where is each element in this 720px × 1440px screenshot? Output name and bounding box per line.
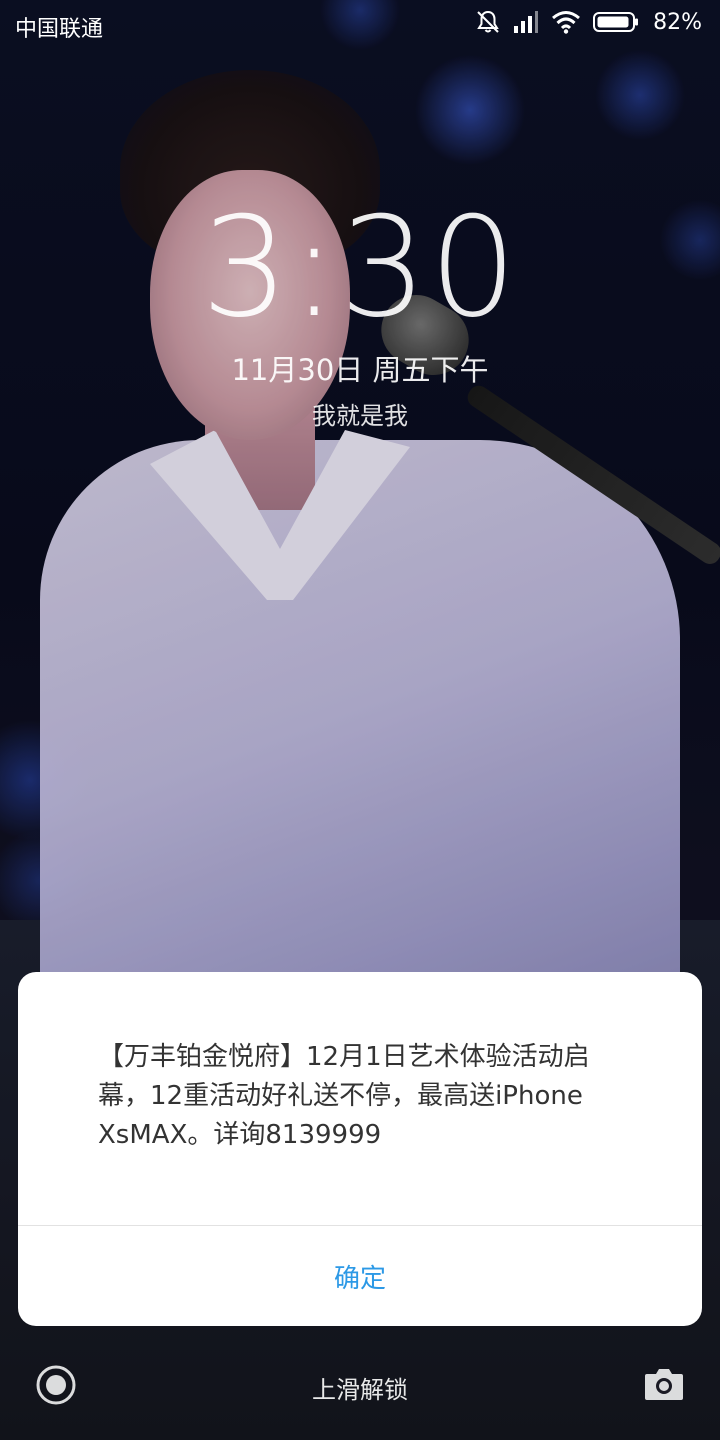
battery-percent: 82% bbox=[653, 9, 702, 35]
camera-icon[interactable] bbox=[643, 1366, 685, 1402]
lock-screen: 中国联通 82% 3:30 11月30日 周五下午 我就是我 【万丰铂金悦府】1… bbox=[0, 0, 720, 1440]
owner-info-text: 我就是我 bbox=[312, 402, 408, 430]
battery-icon bbox=[593, 11, 639, 33]
lockscreen-clock: 3:30 bbox=[201, 187, 519, 348]
status-icons: 82% bbox=[475, 9, 702, 35]
status-bar: 中国联通 82% bbox=[0, 0, 720, 50]
dialog-message: 【万丰铂金悦府】12月1日艺术体验活动启幕，12重活动好礼送不停，最高送iPho… bbox=[98, 1042, 590, 1150]
bell-off-icon bbox=[475, 9, 501, 35]
unlock-hint[interactable]: 上滑解锁 bbox=[0, 1370, 720, 1405]
wifi-icon bbox=[551, 10, 581, 34]
sms-alert-dialog: 【万丰铂金悦府】12月1日艺术体验活动启幕，12重活动好礼送不停，最高送iPho… bbox=[18, 972, 702, 1326]
carrier-name: 中国联通 bbox=[15, 17, 104, 42]
signal-icon bbox=[513, 10, 539, 34]
confirm-button[interactable]: 确定 bbox=[18, 1226, 702, 1326]
lockscreen-bottom-bar: 上滑解锁 bbox=[0, 1356, 720, 1416]
lockscreen-date: 11月30日 周五下午 bbox=[231, 353, 489, 387]
